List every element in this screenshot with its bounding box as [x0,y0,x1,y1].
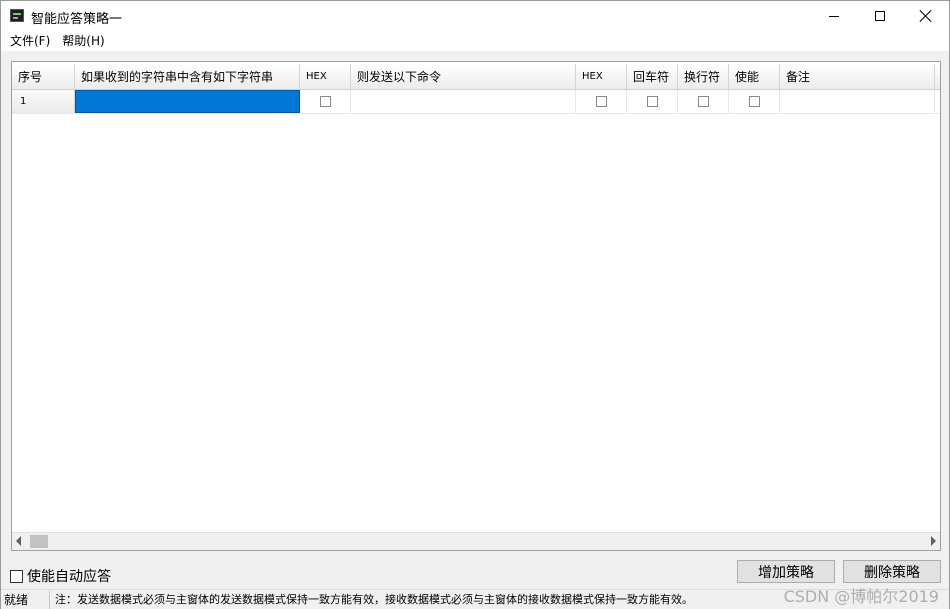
menu-help[interactable]: 帮助(H) [56,31,110,51]
auto-reply-checkbox[interactable] [10,569,23,583]
status-ready: 就绪 [1,590,50,609]
match-string-cell[interactable] [75,90,300,113]
scroll-thumb[interactable] [30,535,48,548]
minimize-button[interactable] [811,1,857,31]
row-filler [935,90,940,113]
horizontal-scrollbar[interactable] [12,532,940,550]
header-match-hex[interactable]: HEX [300,64,351,90]
auto-reply-label: 使能自动应答 [27,569,111,585]
header-index[interactable]: 序号 [12,64,75,90]
menu-file[interactable]: 文件(F) [4,31,56,51]
menu-bar: 文件(F) 帮助(H) [1,31,949,51]
line-feed-checkbox[interactable] [697,96,709,107]
table-header: 序号 如果收到的字符串中含有如下字符串 HEX 则发送以下命令 HEX 回车符 … [12,64,940,90]
terminal-app-icon [10,9,24,22]
note-cell[interactable] [780,90,935,113]
line-feed-cell [678,90,729,113]
header-carriage-return[interactable]: 回车符 [627,64,678,90]
close-button[interactable] [903,1,949,31]
maximize-button[interactable] [857,1,903,31]
scroll-right-icon[interactable] [931,536,936,546]
match-hex-cell [300,90,351,113]
strategy-table: 序号 如果收到的字符串中含有如下字符串 HEX 则发送以下命令 HEX 回车符 … [11,61,941,551]
delete-strategy-button[interactable]: 删除策略 [843,560,941,583]
header-send-hex[interactable]: HEX [576,64,627,90]
scroll-left-icon[interactable] [16,536,21,546]
maximize-icon [875,11,885,21]
carriage-return-checkbox[interactable] [646,96,658,107]
carriage-return-cell [627,90,678,113]
status-note: 注：发送数据模式必须与主窗体的发送数据模式保持一致方能有效，接收数据模式必须与主… [55,592,693,606]
watermark: CSDN @博帕尔2019 [783,587,939,606]
send-command-cell[interactable] [351,90,576,113]
header-filler [935,64,940,90]
header-line-feed[interactable]: 换行符 [678,64,729,90]
header-match-string[interactable]: 如果收到的字符串中含有如下字符串 [75,64,300,90]
window-title: 智能应答策略一 [31,12,123,27]
title-bar[interactable]: 智能应答策略一 [1,1,949,31]
header-enable[interactable]: 使能 [729,64,780,90]
send-hex-cell [576,90,627,113]
close-icon [920,10,932,22]
header-note[interactable]: 备注 [780,64,935,90]
send-hex-checkbox[interactable] [595,96,607,107]
strategy-window: 智能应答策略一 文件(F) 帮助(H) 序号 如果收到的字符串中含有如下字符串 … [0,0,950,609]
row-index-cell[interactable]: 1 [12,90,75,113]
enable-cell [729,90,780,113]
enable-checkbox[interactable] [748,96,760,107]
match-hex-checkbox[interactable] [319,96,331,107]
add-strategy-button[interactable]: 增加策略 [737,560,835,583]
header-send-command[interactable]: 则发送以下命令 [351,64,576,90]
table-row: 1 [12,90,940,114]
table-body: 1 [12,90,940,114]
minimize-icon [829,15,839,17]
auto-reply-option[interactable]: 使能自动应答 [10,566,111,586]
